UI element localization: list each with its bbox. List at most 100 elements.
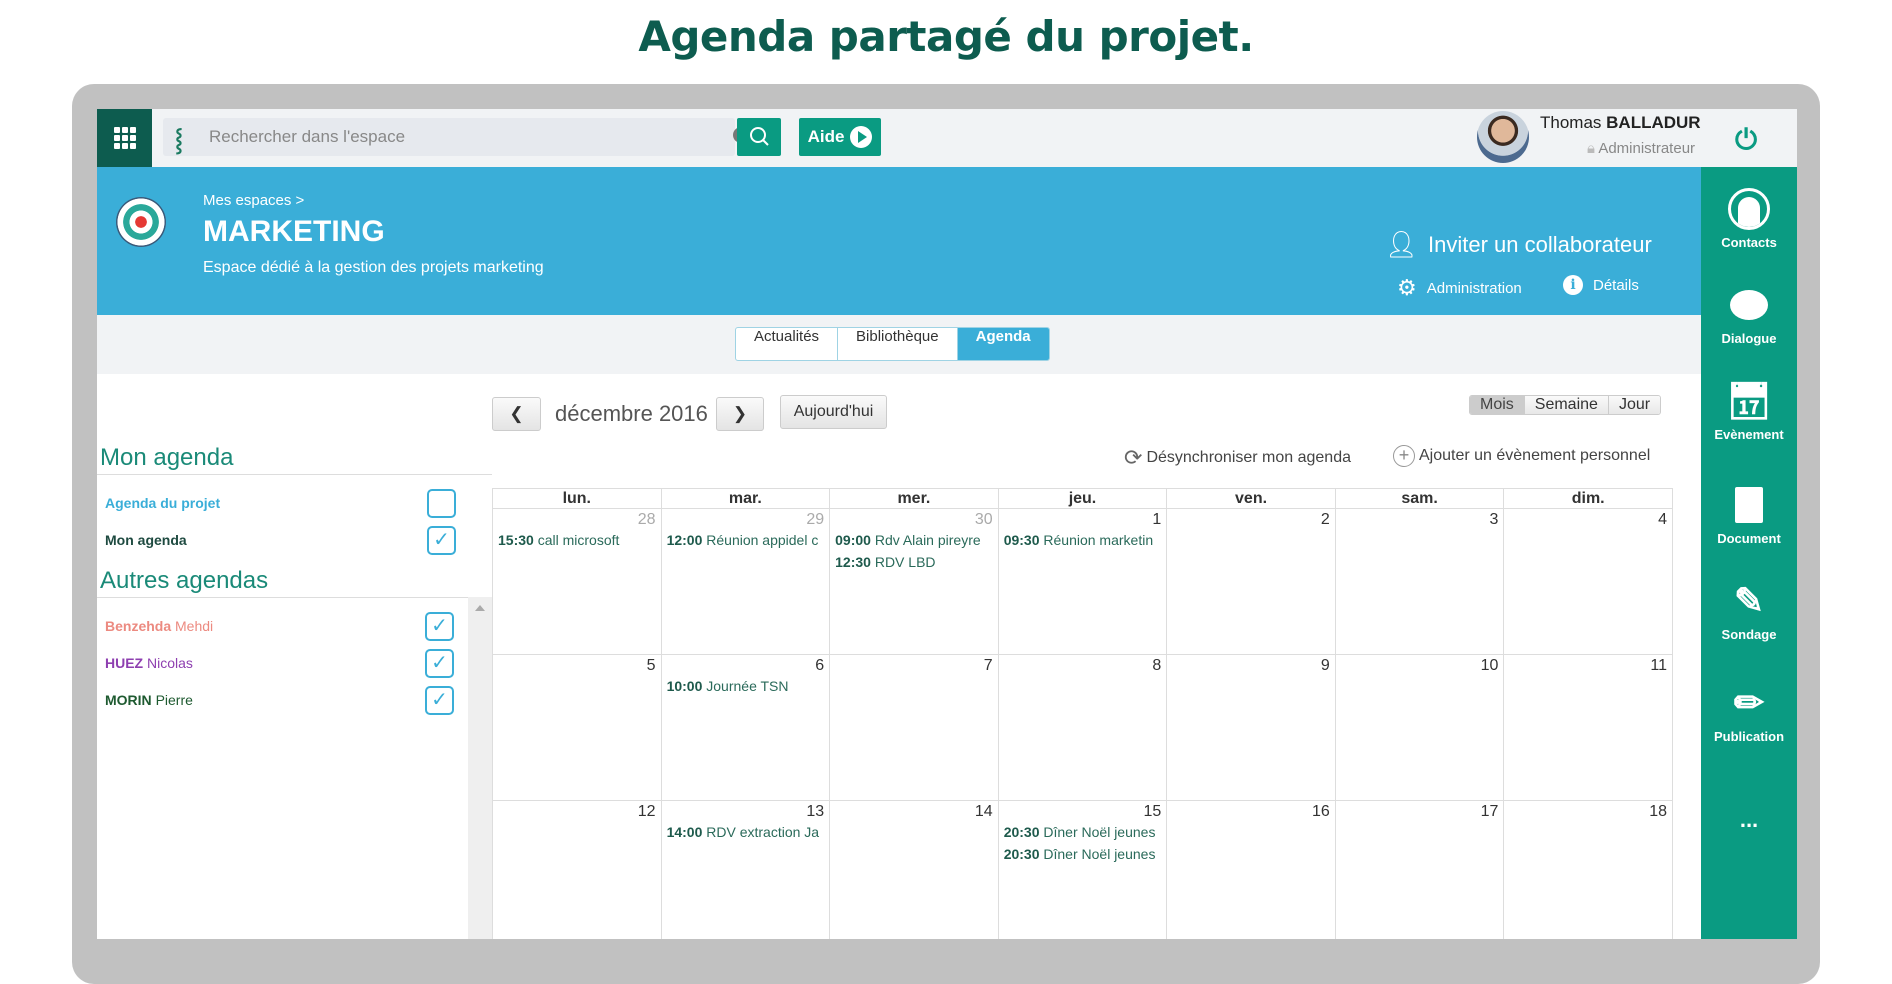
calendar-event[interactable]: 12:30 RDV LBD (835, 551, 993, 573)
space-header: Mes espaces > MARKETING Espace dédié à l… (97, 167, 1701, 315)
search-icon (750, 127, 769, 146)
sidebar-item-dialogue[interactable]: Dialogue (1701, 283, 1797, 346)
day-cell[interactable]: 15 20:30 Dîner Noël jeunes 20:30 Dîner Noë… (997, 800, 1168, 939)
view-week-button[interactable]: Semaine (1524, 396, 1609, 414)
day-cell[interactable]: 2 (1166, 508, 1336, 655)
calendar-event[interactable]: 20:30 Dîner Noël jeunes (1004, 843, 1162, 865)
apps-grid-button[interactable] (97, 109, 152, 167)
day-cell[interactable]: 28 15:30 call microsoft (492, 508, 662, 655)
day-cell[interactable]: 3 (1334, 508, 1505, 655)
day-cell[interactable]: 8 (997, 654, 1168, 801)
day-cell[interactable]: 29 12:00 Réunion appidel c (660, 508, 831, 655)
day-cell[interactable]: 14 (829, 800, 999, 939)
info-icon: i (1563, 275, 1583, 295)
day-number: 3 (1489, 511, 1499, 528)
right-sidebar: Contacts Dialogue 📅︎ Evènement Document ✎ Sond… (1701, 167, 1797, 939)
last-name: Benzehda (105, 618, 172, 634)
today-button[interactable]: Aujourd'hui (780, 395, 887, 429)
agenda-checkbox[interactable]: ✓ (427, 526, 456, 555)
day-cell[interactable]: 30 09:00 Rdv Alain pireyre 12:30 RDV LBD (829, 508, 999, 655)
day-cell[interactable]: 17 (1334, 800, 1505, 939)
event-time: 09:30 (1003, 532, 1040, 548)
sidebar-item-sondage[interactable]: ✎ Sondage (1701, 579, 1797, 642)
tab-bibliotheque[interactable]: Bibliothèque (838, 328, 958, 360)
day-cell[interactable]: 13 14:00 RDV extraction Ja (660, 800, 831, 939)
event-title: Dîner Noël jeunes (1043, 824, 1156, 840)
sidebar-item-[interactable]: ... (1701, 807, 1797, 833)
avatar[interactable] (1477, 111, 1529, 163)
user-circle-icon (1701, 187, 1797, 231)
day-cell[interactable]: 7 (829, 654, 999, 801)
other-agenda-item[interactable]: HUEZ Nicolas (105, 655, 193, 671)
sidebar-item-evnement[interactable]: 📅︎ Evènement (1701, 379, 1797, 442)
next-month-button[interactable]: ❯ (716, 397, 764, 431)
calendar-event[interactable]: 12:00 Réunion appidel c (667, 529, 825, 551)
day-cell[interactable]: 5 (492, 654, 662, 801)
day-cell[interactable]: 4 (1503, 508, 1673, 655)
last-name: HUEZ (105, 655, 144, 671)
current-month: décembre 2016 (555, 401, 708, 426)
details-link[interactable]: i Détails (1563, 275, 1639, 295)
view-day-button[interactable]: Jour (1608, 396, 1661, 414)
pencil-icon: ✏︎ (1733, 682, 1765, 723)
week-row: 12 13 14:00 RDV extraction Ja 14 15 20:30 Dîn… (492, 800, 1673, 939)
user-name[interactable]: Thomas BALLADUR (1540, 113, 1701, 133)
invite-collaborator-button[interactable]: 👤︎ Inviter un collaborateur (1385, 229, 1652, 260)
prev-month-button[interactable]: ❮ (492, 397, 541, 431)
tab-agenda[interactable]: Agenda (957, 328, 1049, 360)
calendar-event[interactable]: 09:30 Réunion marketin (1004, 529, 1162, 551)
add-personal-event-link[interactable]: + Ajouter un évènement personnel (1393, 445, 1650, 467)
agenda-checkbox[interactable]: ✓ (425, 686, 454, 715)
logo-icon: ⸾ (175, 128, 183, 153)
unsync-agenda-link[interactable]: ⟳ Désynchroniser mon agenda (1124, 445, 1351, 471)
search-button[interactable] (737, 118, 781, 156)
help-button[interactable]: Aide (799, 118, 881, 156)
calendar-event[interactable]: 09:00 Rdv Alain pireyre (835, 529, 993, 551)
day-cell[interactable]: 16 (1166, 800, 1336, 939)
day-cell[interactable]: 18 (1503, 800, 1673, 939)
agenda-item-label[interactable]: Mon agenda (105, 532, 187, 548)
other-agenda-item[interactable]: MORIN Pierre (105, 692, 193, 708)
event-title: RDV extraction Ja (706, 824, 820, 840)
view-month-button[interactable]: Mois (1470, 396, 1525, 414)
breadcrumb[interactable]: Mes espaces > (203, 192, 304, 209)
agenda-checkbox[interactable]: ✓ (425, 612, 454, 641)
day-number: 5 (646, 657, 656, 674)
first-name: Pierre (155, 692, 193, 708)
calendar-event[interactable]: 15:30 call microsoft (498, 529, 656, 551)
search-input[interactable] (209, 118, 669, 156)
weekday-header: dim. (1503, 488, 1673, 509)
lock-icon: 🔒︎ (1587, 140, 1595, 157)
tab-actualites[interactable]: Actualités (736, 328, 839, 360)
day-cell[interactable]: 1 09:30 Réunion marketin (997, 508, 1168, 655)
sidebar-item-document[interactable]: Document (1701, 483, 1797, 546)
calendar-event[interactable]: 20:30 Dîner Noël jeunes (1004, 821, 1162, 843)
administration-link[interactable]: ⚙ Administration (1397, 275, 1522, 301)
calendar-event[interactable]: 10:00 Journée TSN (667, 675, 825, 697)
scrollbar[interactable] (468, 597, 492, 939)
day-cell[interactable]: 9 (1166, 654, 1336, 801)
agenda-checkbox[interactable]: ✓ (425, 649, 454, 678)
power-icon[interactable]: ⏻ (1735, 123, 1757, 157)
sidebar-item-publication[interactable]: ✏︎ Publication (1701, 681, 1797, 744)
weekday-header: sam. (1334, 488, 1505, 509)
sidebar-item-contacts[interactable]: Contacts (1701, 187, 1797, 250)
day-cell[interactable]: 12 (492, 800, 662, 939)
day-cell[interactable]: 11 (1503, 654, 1673, 801)
chevron-right-icon: ❯ (732, 404, 748, 423)
day-number: 11 (1650, 657, 1667, 674)
calendar-event[interactable]: 14:00 RDV extraction Ja (667, 821, 825, 843)
divider (97, 474, 492, 475)
day-cell[interactable]: 6 10:00 Journée TSN (660, 654, 831, 801)
day-cell[interactable]: 10 (1334, 654, 1505, 801)
scroll-up-icon[interactable] (475, 605, 485, 611)
day-number: 16 (1312, 803, 1330, 820)
agenda-checkbox[interactable] (427, 489, 456, 518)
calendar-icon: 📅︎ (1726, 380, 1772, 421)
chevron-left-icon: ❮ (509, 404, 524, 423)
agenda-item-label[interactable]: Agenda du projet (105, 495, 220, 511)
other-agenda-item[interactable]: Benzehda Mehdi (105, 618, 213, 634)
page-title: Agenda partagé du projet. (638, 12, 1254, 61)
event-time: 12:00 (666, 532, 703, 548)
week-row: 28 15:30 call microsoft 29 12:00 Réunion ap… (492, 508, 1673, 655)
